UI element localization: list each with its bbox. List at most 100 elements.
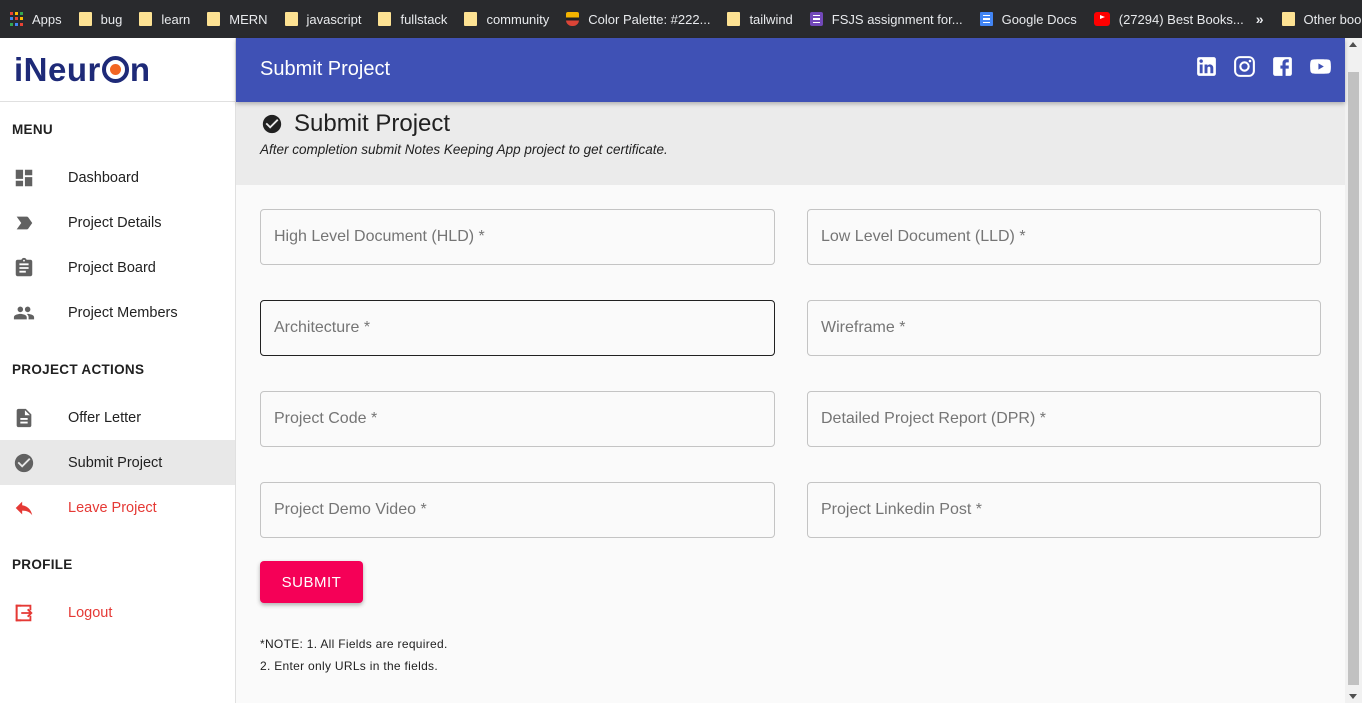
bookmark-label: (27294) Best Books... <box>1118 11 1244 27</box>
bookmark-label: fullstack <box>400 11 448 27</box>
facebook-icon[interactable] <box>1270 54 1295 79</box>
note-line-2: 2. Enter only URLs in the fields. <box>260 659 438 673</box>
bookmarks-overflow-button[interactable]: » <box>1256 11 1264 27</box>
banner-subtitle: After completion submit Notes Keeping Ap… <box>260 142 668 157</box>
sidebar-item-label: Dashboard <box>68 169 139 186</box>
bookmark-label: Other bookmarks <box>1303 11 1362 27</box>
bookmark-label: javascript <box>306 11 362 27</box>
hld-field[interactable] <box>260 209 775 265</box>
clipboard-icon <box>15 257 33 276</box>
bookmark-learn[interactable]: learn <box>139 0 190 38</box>
linkedin-icon[interactable] <box>1194 54 1219 79</box>
youtube-icon <box>1093 12 1110 26</box>
sidebar-item-label: Project Members <box>68 304 178 321</box>
bookmark-color-palette[interactable]: Color Palette: #222... <box>566 0 710 38</box>
logo-text: iNeur <box>14 50 101 88</box>
sidebar-item-leave-project[interactable]: Leave Project <box>0 485 235 530</box>
architecture-field[interactable] <box>260 300 775 356</box>
folder-icon <box>139 12 153 26</box>
bookmark-label: community <box>486 11 550 27</box>
dpr-field[interactable] <box>807 391 1321 447</box>
scroll-down-arrow-icon[interactable] <box>1349 694 1357 699</box>
folder-icon <box>727 12 741 26</box>
bookmark-label: MERN <box>229 11 268 27</box>
sidebar-item-label: Project Board <box>68 259 156 276</box>
sidebar-item-label: Submit Project <box>68 454 163 471</box>
note-line-1: *NOTE: 1. All Fields are required. <box>260 637 448 651</box>
folder-icon <box>1281 12 1295 26</box>
bookmark-mern[interactable]: MERN <box>207 0 268 38</box>
instagram-icon[interactable] <box>1232 54 1257 79</box>
bookmark-other[interactable]: Other bookmarks <box>1281 0 1362 38</box>
submit-button[interactable]: SUBMIT <box>260 561 363 603</box>
check-circle-icon <box>14 453 34 472</box>
architecture-input[interactable] <box>261 301 774 355</box>
banner-title: Submit Project <box>294 110 451 137</box>
logout-icon <box>15 604 33 621</box>
folder-icon <box>284 12 298 26</box>
bookmark-fsjs[interactable]: FSJS assignment for... <box>809 0 963 38</box>
sidebar-item-project-board[interactable]: Project Board <box>0 245 235 290</box>
sidebar-item-label: Logout <box>68 604 113 621</box>
reply-icon <box>15 501 33 515</box>
bookmark-javascript[interactable]: javascript <box>284 0 362 38</box>
project-code-field[interactable] <box>260 391 775 447</box>
logo-text-end: n <box>129 50 151 88</box>
dpr-input[interactable] <box>808 392 1320 446</box>
bookmark-label: Google Docs <box>1001 11 1077 27</box>
bookmark-label: FSJS assignment for... <box>831 11 963 27</box>
app-header: Submit Project <box>236 38 1345 102</box>
hld-input[interactable] <box>261 210 774 264</box>
bookmarks-bar: Apps bug learn MERN javascript fullstack… <box>0 0 1362 38</box>
scroll-up-arrow-icon[interactable] <box>1349 42 1357 47</box>
sidebar-item-project-members[interactable]: Project Members <box>0 290 235 335</box>
youtube-icon[interactable] <box>1308 54 1333 79</box>
forms-icon <box>809 12 823 26</box>
wireframe-field[interactable] <box>807 300 1321 356</box>
scroll-thumb[interactable] <box>1348 72 1359 685</box>
linkedin-post-field[interactable] <box>807 482 1321 538</box>
folder-icon <box>464 12 478 26</box>
profile-section-title: PROFILE <box>12 557 73 572</box>
logo-o-icon <box>101 55 129 83</box>
linkedin-post-input[interactable] <box>808 483 1320 537</box>
bookmark-tailwind[interactable]: tailwind <box>727 0 793 38</box>
folder-icon <box>78 12 92 26</box>
bookmark-youtube[interactable]: (27294) Best Books... <box>1093 0 1244 38</box>
demo-video-input[interactable] <box>261 483 774 537</box>
page-title: Submit Project <box>260 58 391 80</box>
sidebar-item-project-details[interactable]: Project Details <box>0 200 235 245</box>
sidebar-item-offer-letter[interactable]: Offer Letter <box>0 395 235 440</box>
project-code-input[interactable] <box>261 392 774 446</box>
bookmark-label: learn <box>161 11 191 27</box>
sidebar-item-dashboard[interactable]: Dashboard <box>0 155 235 200</box>
bookmark-label: Apps <box>32 11 62 27</box>
wireframe-input[interactable] <box>808 301 1320 355</box>
bookmark-fullstack[interactable]: fullstack <box>378 0 447 38</box>
demo-video-field[interactable] <box>260 482 775 538</box>
bookmark-google-docs[interactable]: Google Docs <box>979 0 1077 38</box>
google-docs-icon <box>979 12 993 26</box>
bookmark-bug[interactable]: bug <box>78 0 123 38</box>
bookmark-apps[interactable]: Apps <box>10 0 62 38</box>
folder-icon <box>378 12 392 26</box>
lld-field[interactable] <box>807 209 1321 265</box>
bookmark-label: tailwind <box>749 11 793 27</box>
color-palette-icon <box>566 12 580 26</box>
sidebar-item-label: Leave Project <box>68 499 157 516</box>
bookmark-label: Color Palette: #222... <box>588 11 711 27</box>
bookmark-community[interactable]: community <box>464 0 549 38</box>
bookmark-label: bug <box>100 11 123 27</box>
page-banner: Submit Project After completion submit N… <box>236 102 1345 185</box>
ineuron-logo[interactable]: iNeur n <box>14 51 151 89</box>
page-scrollbar[interactable] <box>1345 38 1362 703</box>
people-icon <box>13 306 35 319</box>
sidebar-item-logout[interactable]: Logout <box>0 590 235 635</box>
menu-section-title: MENU <box>12 122 53 137</box>
project-actions-section-title: PROJECT ACTIONS <box>12 362 145 377</box>
lld-input[interactable] <box>808 210 1320 264</box>
label-icon <box>16 216 33 229</box>
apps-grid-icon <box>10 12 23 26</box>
sidebar-item-label: Project Details <box>68 214 162 231</box>
sidebar-item-submit-project[interactable]: Submit Project <box>0 440 235 485</box>
